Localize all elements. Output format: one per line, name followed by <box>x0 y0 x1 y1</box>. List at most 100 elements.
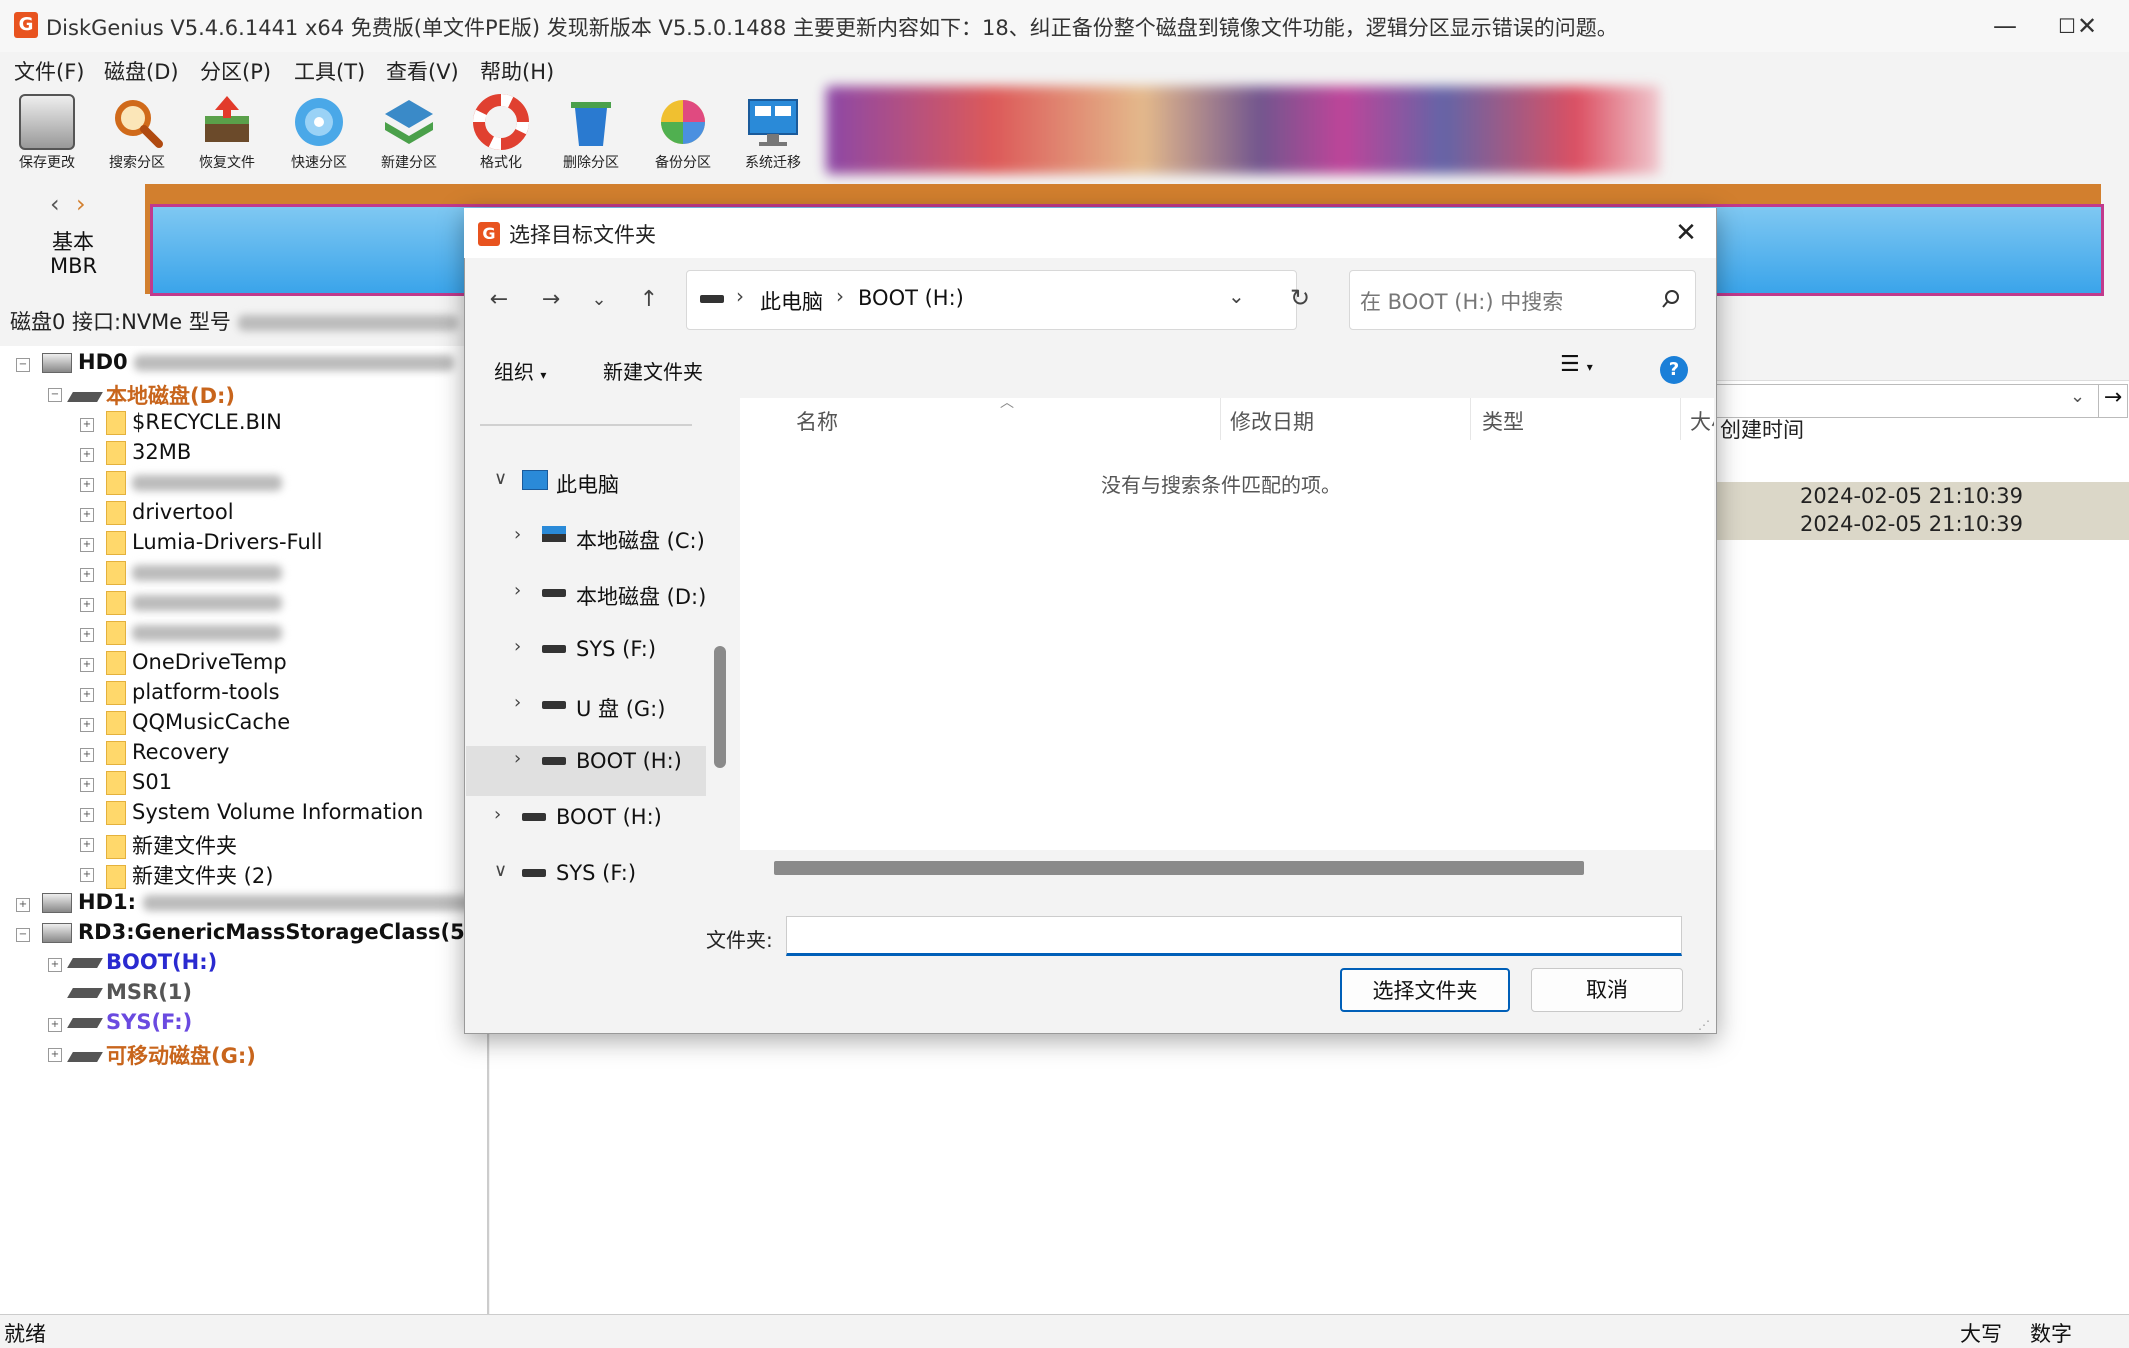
nav-item[interactable]: › BOOT (H:) <box>466 736 706 786</box>
expand-icon[interactable]: + <box>80 448 94 462</box>
column-size[interactable]: 大小 <box>1690 406 1714 436</box>
resize-grip-icon[interactable]: ⋰ <box>1698 1018 1710 1032</box>
menu-file[interactable]: 文件(F) <box>14 56 84 86</box>
expand-icon[interactable]: + <box>80 838 94 852</box>
column-type[interactable]: 类型 <box>1482 406 1524 436</box>
tree-folder-item[interactable]: + 新建文件夹 <box>80 830 237 860</box>
expand-icon[interactable]: + <box>80 568 94 582</box>
expand-icon[interactable]: + <box>80 418 94 432</box>
expand-icon[interactable]: + <box>80 868 94 882</box>
cancel-button[interactable]: 取消 <box>1531 968 1683 1012</box>
recent-locations-button[interactable]: ⌄ <box>582 283 616 317</box>
save-changes-button[interactable]: 保存更改 <box>4 90 90 176</box>
format-button[interactable]: 格式化 <box>458 90 544 176</box>
column-modified[interactable]: 修改日期 <box>1230 406 1314 436</box>
chevron-right-icon[interactable]: › <box>514 692 521 713</box>
tree-partition-boot[interactable]: + BOOT(H:) <box>48 950 217 974</box>
expand-icon[interactable]: + <box>80 688 94 702</box>
help-icon[interactable]: ? <box>1660 356 1688 384</box>
tree-folder-item[interactable]: +32MB <box>80 440 191 465</box>
prev-disk-icon[interactable]: ‹ <box>50 190 60 218</box>
tree-folder-item[interactable]: + Lumia-Drivers-Full <box>80 530 322 555</box>
chevron-right-icon[interactable]: › <box>514 524 521 545</box>
table-row[interactable]: 2024-02-05 21:10:39 <box>1712 482 2129 512</box>
nav-item[interactable]: › 本地磁盘 (C:) <box>466 512 706 562</box>
tree-folder-item[interactable]: + <box>80 590 282 615</box>
expand-icon[interactable]: + <box>80 538 94 552</box>
go-arrow-icon[interactable]: → <box>2098 384 2128 418</box>
forward-button[interactable]: → <box>534 283 568 317</box>
expand-icon[interactable]: + <box>80 628 94 642</box>
chevron-down-icon[interactable]: ∨ <box>494 468 507 489</box>
chevron-right-icon[interactable]: › <box>514 580 521 601</box>
tree-folder-item[interactable]: + OneDriveTemp <box>80 650 287 675</box>
chevron-down-icon[interactable]: ∨ <box>494 860 507 881</box>
tree-partition-sys[interactable]: + SYS(F:) <box>48 1010 192 1034</box>
menu-tools[interactable]: 工具(T) <box>294 56 365 86</box>
delete-partition-button[interactable]: 删除分区 <box>548 90 634 176</box>
nav-item[interactable]: ∨ SYS (F:) <box>466 848 706 898</box>
table-row[interactable]: 2024-02-05 21:10:39 <box>1712 510 2129 540</box>
recover-files-button[interactable]: 恢复文件 <box>184 90 270 176</box>
backup-partition-button[interactable]: 备份分区 <box>640 90 726 176</box>
expand-icon[interactable]: + <box>80 508 94 522</box>
chevron-right-icon[interactable]: › <box>514 636 521 657</box>
nav-item[interactable]: › U 盘 (G:) <box>466 680 706 730</box>
breadcrumb-this-pc[interactable]: 此电脑 <box>760 286 823 316</box>
tree-folder-item[interactable]: + <box>80 560 282 585</box>
tree-folder-item[interactable]: + QQMusicCache <box>80 710 290 735</box>
chevron-right-icon[interactable]: › <box>494 804 501 825</box>
system-migration-button[interactable]: 系统迁移 <box>730 90 816 176</box>
quick-partition-button[interactable]: 快速分区 <box>276 90 362 176</box>
minimize-button[interactable]: — <box>1974 8 2036 44</box>
tree-partition-msr[interactable]: MSR(1) <box>48 980 192 1004</box>
search-icon[interactable] <box>1660 288 1682 314</box>
tree-folder-item[interactable]: + 新建文件夹 (2) <box>80 860 273 890</box>
nav-item[interactable]: › BOOT (H:) <box>466 792 706 842</box>
tree-folder-item[interactable]: + platform-tools <box>80 680 280 705</box>
tree-folder-item[interactable]: + drivertool <box>80 500 234 525</box>
tree-folder-item[interactable]: + System Volume Information <box>80 800 423 825</box>
expand-icon[interactable]: + <box>80 478 94 492</box>
tree-partition-removable[interactable]: + 可移动磁盘(G:) <box>48 1040 256 1070</box>
nav-item[interactable]: › 本地磁盘 (D:) <box>466 568 706 618</box>
chevron-right-icon[interactable]: › <box>514 748 521 769</box>
tree-disk-hd1[interactable]: + HD1: <box>16 890 473 914</box>
new-partition-button[interactable]: 新建分区 <box>366 90 452 176</box>
nav-item[interactable]: ∨ 此电脑 <box>466 456 706 506</box>
expand-icon[interactable]: + <box>80 658 94 672</box>
tree-disk-hd0[interactable]: − HD0 <box>16 350 455 374</box>
tree-folder-item[interactable]: + Recovery <box>80 740 229 765</box>
expand-icon[interactable]: + <box>80 748 94 762</box>
next-disk-icon[interactable]: › <box>76 190 86 218</box>
expand-icon[interactable]: + <box>80 598 94 612</box>
path-dropdown[interactable] <box>1712 384 2100 418</box>
select-folder-button[interactable]: 选择文件夹 <box>1340 968 1510 1012</box>
view-options-icon[interactable]: ☰ ▾ <box>1560 352 1593 377</box>
nav-item[interactable]: › SYS (F:) <box>466 624 706 674</box>
address-dropdown-icon[interactable]: ⌄ <box>1228 284 1245 308</box>
menu-partition[interactable]: 分区(P) <box>200 56 271 86</box>
new-folder-button[interactable]: 新建文件夹 <box>603 356 703 385</box>
tree-folder-item[interactable]: + <box>80 620 282 645</box>
up-button[interactable]: ↑ <box>632 283 666 317</box>
close-button[interactable]: ✕ <box>2056 8 2118 44</box>
tree-folder-item[interactable]: + S01 <box>80 770 172 795</box>
chevron-down-icon[interactable]: ⌄ <box>2070 386 2085 407</box>
menu-disk[interactable]: 磁盘(D) <box>104 56 179 86</box>
tree-folder-item[interactable]: + <box>80 470 282 495</box>
menu-view[interactable]: 查看(V) <box>386 56 459 86</box>
tree-folder-item[interactable]: + $RECYCLE.BIN <box>80 410 282 435</box>
expand-icon[interactable]: + <box>80 778 94 792</box>
organize-menu[interactable]: 组织 ▾ <box>494 356 546 385</box>
back-button[interactable]: ← <box>482 283 516 317</box>
dialog-close-button[interactable]: ✕ <box>1666 216 1706 252</box>
expand-icon[interactable]: + <box>80 808 94 822</box>
expand-icon[interactable]: + <box>80 718 94 732</box>
column-name[interactable]: 名称 <box>796 406 838 436</box>
refresh-icon[interactable]: ↻ <box>1290 284 1310 312</box>
horizontal-scrollbar[interactable] <box>774 861 1584 875</box>
column-created-time[interactable]: 创建时间 <box>1720 414 1804 444</box>
promo-banner[interactable] <box>826 86 1660 174</box>
nav-scrollbar[interactable] <box>714 646 726 768</box>
